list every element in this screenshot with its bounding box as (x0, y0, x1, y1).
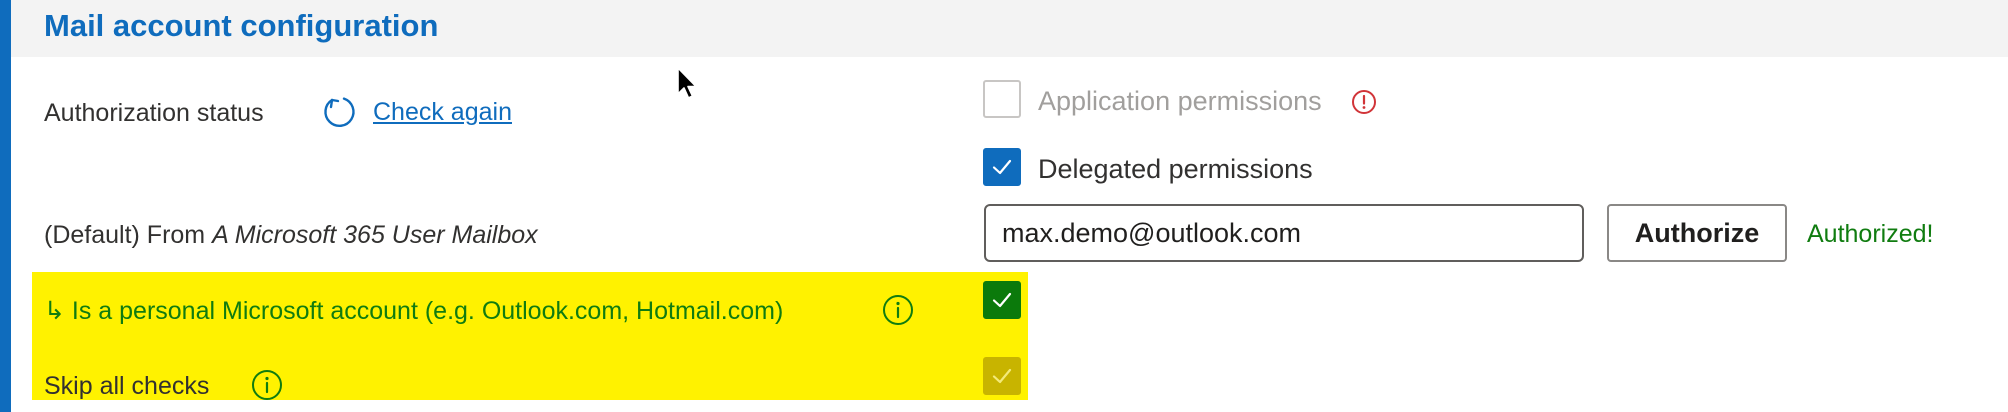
application-permissions-label: Application permissions (1038, 86, 1322, 116)
mouse-cursor-icon (677, 67, 697, 99)
personal-account-label: ↳ Is a personal Microsoft account (e.g. … (44, 296, 783, 326)
mailbox-type: A Microsoft 365 User Mailbox (212, 221, 538, 249)
skip-checks-checkbox[interactable] (983, 357, 1021, 395)
subitem-arrow-icon: ↳ (44, 297, 65, 325)
personal-account-checkbox[interactable] (983, 281, 1021, 319)
skip-checks-label: Skip all checks (44, 372, 210, 400)
default-from-label: (Default) From A Microsoft 365 User Mail… (44, 221, 538, 250)
page-title: Mail account configuration (44, 8, 439, 43)
personal-account-text: Is a personal Microsoft account (e.g. Ou… (71, 297, 784, 325)
application-permissions-checkbox[interactable] (983, 80, 1021, 118)
delegated-permissions-label: Delegated permissions (1038, 154, 1313, 184)
error-alert-icon (1352, 90, 1376, 114)
checkmark-icon (992, 159, 1012, 175)
checkmark-icon (992, 368, 1012, 384)
check-again-link[interactable]: Check again (373, 98, 512, 127)
authorization-result: Authorized! (1807, 220, 1934, 248)
info-icon[interactable] (251, 369, 283, 401)
authorize-button[interactable]: Authorize (1607, 204, 1787, 262)
delegated-permissions-checkbox[interactable] (983, 148, 1021, 186)
refresh-icon[interactable] (322, 94, 358, 130)
authorization-status-label: Authorization status (44, 99, 264, 127)
email-field[interactable] (984, 204, 1584, 262)
info-icon[interactable] (882, 294, 914, 326)
checkmark-icon (992, 292, 1012, 308)
left-accent-bar (0, 0, 11, 412)
default-from-prefix: (Default) From (44, 221, 213, 249)
